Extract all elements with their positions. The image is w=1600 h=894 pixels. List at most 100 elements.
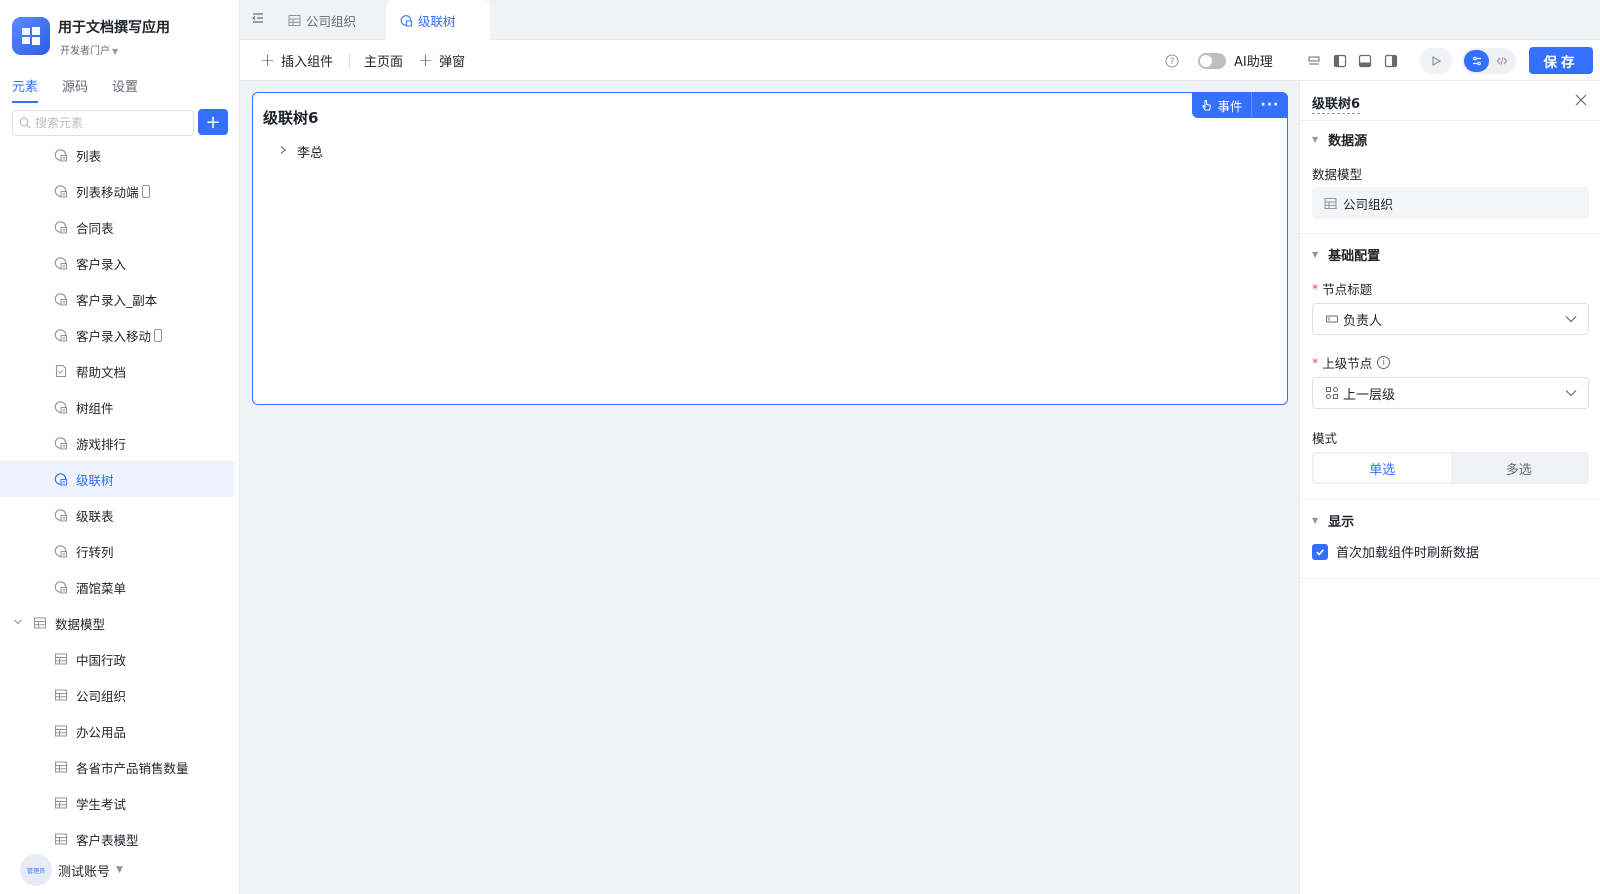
sidebar-item[interactable]: 合同表	[0, 209, 234, 245]
sidebar-item[interactable]: 树组件	[0, 389, 234, 425]
sidebar-item[interactable]: 酒馆菜单	[0, 569, 234, 605]
more-icon[interactable]: ···	[1252, 92, 1288, 118]
divider	[1300, 578, 1600, 579]
code-mode-icon[interactable]	[1489, 50, 1514, 72]
page-icon	[54, 292, 68, 306]
insert-component-button[interactable]: + 插入组件	[260, 40, 333, 81]
app-title: 用于文档撰写应用	[58, 20, 170, 36]
panel-right-icon[interactable]	[1382, 52, 1400, 70]
panel-left-icon[interactable]	[1331, 52, 1349, 70]
refresh-on-load-checkbox[interactable]: 首次加载组件时刷新数据	[1312, 542, 1479, 561]
page-icon	[54, 544, 68, 558]
sidebar-model-item[interactable]: 办公用品	[0, 713, 234, 749]
table-icon	[54, 832, 68, 846]
search-icon	[19, 117, 31, 129]
data-model-field[interactable]: 公司组织	[1312, 187, 1589, 219]
collapse-sidebar-icon[interactable]	[250, 10, 266, 26]
cascade-tree-widget[interactable]: 级联树6 事件 ··· 李总	[252, 92, 1288, 405]
mode-single-option[interactable]: 单选	[1314, 454, 1451, 482]
chevron-down-icon	[1564, 386, 1578, 400]
data-model-value: 公司组织	[1343, 196, 1394, 212]
sidebar-item-label: 列表	[76, 148, 102, 164]
sidebar-model-item[interactable]: 中国行政	[0, 641, 234, 677]
section-title: 数据源	[1328, 134, 1368, 149]
ai-assistant-toggle[interactable]	[1198, 53, 1226, 69]
help-icon[interactable]: ?	[1163, 52, 1181, 70]
section-datasource[interactable]: ▼ 数据源	[1312, 130, 1367, 149]
parent-node-select[interactable]: 上一层级	[1312, 377, 1589, 409]
sidebar-item-label: 列表移动端	[76, 184, 139, 200]
sidebar-item[interactable]: 行转列	[0, 533, 234, 569]
checkbox-checked-icon	[1312, 543, 1328, 560]
chevron-right-icon[interactable]	[279, 145, 287, 158]
main-page-button[interactable]: 主页面	[364, 40, 403, 81]
sidebar-model-item[interactable]: 客户表模型	[0, 821, 234, 857]
sidebar-model-item[interactable]: 各省市产品销售数量	[0, 749, 234, 785]
add-element-button[interactable]: +	[198, 109, 228, 135]
sidebar-item-label: 行转列	[76, 544, 114, 560]
section-display[interactable]: ▼ 显示	[1312, 511, 1354, 530]
sidebar-item[interactable]: 帮助文档	[0, 353, 234, 389]
insert-label: 插入组件	[281, 55, 334, 70]
preview-play-button[interactable]	[1420, 48, 1452, 74]
sidebar-item-label: 级联树	[76, 472, 114, 488]
sidebar-model-item[interactable]: 公司组织	[0, 677, 234, 713]
portal-switcher[interactable]: 开发者门户 ▼	[60, 42, 118, 57]
tab-settings[interactable]: 设置	[112, 76, 138, 103]
node-title-select[interactable]: 负责人	[1312, 303, 1589, 335]
save-button[interactable]: 保存	[1529, 47, 1593, 74]
panel-header: 级联树6	[1300, 81, 1600, 121]
sidebar-item-label: 游戏排行	[76, 436, 127, 452]
sidebar-item[interactable]: 级联树	[0, 461, 234, 497]
data-model-label: 数据模型	[1312, 167, 1363, 182]
tab-company-org[interactable]: 公司组织	[274, 0, 370, 40]
search-input[interactable]	[35, 116, 185, 130]
sidebar-item[interactable]: 游戏排行	[0, 425, 234, 461]
tree-node[interactable]: 李总	[279, 142, 323, 161]
panel-bottom-icon[interactable]	[1356, 52, 1374, 70]
info-icon[interactable]: i	[1377, 356, 1391, 369]
app-logo-icon	[12, 17, 50, 55]
divider	[1300, 233, 1600, 234]
select-value: 上一层级	[1343, 387, 1396, 403]
mode-multi-option[interactable]: 多选	[1451, 454, 1588, 482]
mode-label: 模式	[1312, 431, 1338, 446]
section-basic-config[interactable]: ▼ 基础配置	[1312, 245, 1380, 264]
required-mark: *	[1312, 281, 1319, 296]
sidebar-item[interactable]: 级联表	[0, 497, 234, 533]
hand-pointer-icon	[1202, 99, 1212, 110]
sidebar-item[interactable]: 客户录入_副本	[0, 281, 234, 317]
divider	[1300, 499, 1600, 500]
sidebar-group-data-models[interactable]: 数据模型	[0, 605, 234, 641]
doc-icon	[54, 364, 68, 378]
toggle-knob	[1200, 55, 1212, 67]
sidebar-model-item[interactable]: 学生考试	[0, 785, 234, 821]
tab-elements[interactable]: 元素	[12, 76, 39, 103]
play-icon	[1432, 55, 1442, 67]
user-menu[interactable]: 管理员 测试账号 ▼	[20, 854, 123, 886]
tab-cascade-tree[interactable]: 级联树	[386, 0, 490, 40]
popup-button[interactable]: + 弹窗	[418, 40, 465, 81]
sidebar-item-label: 客户表模型	[76, 832, 139, 848]
panel-title[interactable]: 级联树6	[1312, 93, 1361, 114]
sidebar-item[interactable]: 列表移动端	[0, 173, 234, 209]
sidebar-item[interactable]: 列表	[0, 137, 234, 173]
table-icon	[54, 796, 68, 810]
node-title-label: * 节点标题	[1312, 279, 1372, 298]
design-mode-icon[interactable]	[1464, 50, 1489, 72]
required-mark: *	[1312, 355, 1319, 370]
tab-source[interactable]: 源码	[62, 76, 88, 103]
event-button[interactable]: 事件	[1192, 92, 1252, 118]
mobile-icon	[141, 184, 150, 198]
sidebar: 用于文档撰写应用 开发者门户▼ 元素 源码 设置 + 列表列表移动端合同表客户录…	[0, 0, 240, 894]
event-label: 事件	[1217, 98, 1243, 114]
page-icon	[54, 472, 68, 486]
sidebar-item[interactable]: 客户录入移动	[0, 317, 234, 353]
layout-compact-icon[interactable]	[1305, 52, 1323, 70]
table-icon	[33, 616, 47, 630]
table-icon	[54, 724, 68, 738]
sidebar-item[interactable]: 客户录入	[0, 245, 234, 281]
close-icon[interactable]	[1573, 93, 1589, 109]
sidebar-item-label: 树组件	[76, 400, 114, 416]
table-icon	[288, 14, 301, 27]
